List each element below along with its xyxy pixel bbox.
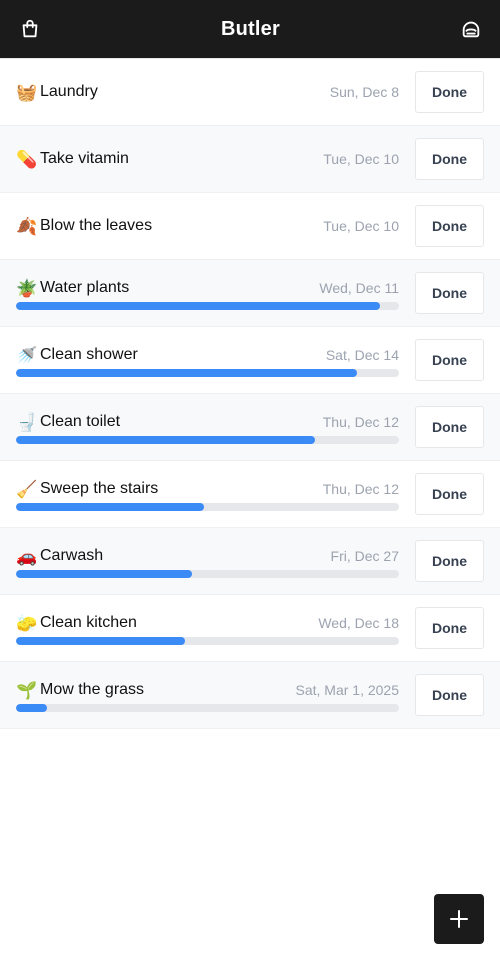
task-row[interactable]: 🌱 Mow the grass Sat, Mar 1, 2025 Done: [0, 662, 500, 729]
task-row[interactable]: 💊 Take vitamin Tue, Dec 10 Done: [0, 126, 500, 193]
task-list: 🧺 Laundry Sun, Dec 8 Done 💊 Take vitamin Tue, …: [0, 58, 500, 729]
task-label: Clean kitchen: [40, 614, 137, 631]
shopping-bag-icon[interactable]: [19, 18, 41, 40]
task-main: 🍂 Blow the leaves Tue, Dec 10: [16, 193, 399, 259]
task-progress-fill: [16, 637, 185, 645]
task-emoji-icon: 🧹: [16, 479, 38, 499]
task-emoji-icon: 🪴: [16, 278, 38, 298]
done-button[interactable]: Done: [415, 71, 484, 113]
task-label: Clean shower: [40, 346, 138, 363]
task-row[interactable]: 🧺 Laundry Sun, Dec 8 Done: [0, 59, 500, 126]
task-label: Carwash: [40, 547, 104, 564]
task-emoji-icon: 🚿: [16, 345, 38, 365]
task-due-date: Wed, Dec 11: [319, 280, 399, 296]
app-title: Butler: [221, 17, 280, 40]
task-due-date: Sun, Dec 8: [329, 84, 399, 100]
task-row[interactable]: 🚿 Clean shower Sat, Dec 14 Done: [0, 327, 500, 394]
task-progress-fill: [16, 570, 193, 578]
task-row[interactable]: 🚽 Clean toilet Thu, Dec 12 Done: [0, 394, 500, 461]
task-row[interactable]: 🚗 Carwash Fri, Dec 27 Done: [0, 528, 500, 595]
task-label: Mow the grass: [40, 681, 145, 698]
task-label: Sweep the stairs: [40, 480, 159, 497]
done-button[interactable]: Done: [415, 205, 484, 247]
task-emoji-icon: 🚗: [16, 546, 38, 566]
task-due-date: Wed, Dec 18: [318, 615, 399, 631]
top-bar: Butler: [0, 0, 500, 58]
task-main: 🌱 Mow the grass Sat, Mar 1, 2025: [16, 662, 399, 728]
task-label: Take vitamin: [40, 150, 129, 167]
task-label: Laundry: [40, 83, 98, 100]
task-progress-bar: [16, 503, 399, 511]
task-main: 🚗 Carwash Fri, Dec 27: [16, 528, 399, 594]
task-emoji-icon: 🌱: [16, 680, 38, 700]
task-due-date: Sat, Dec 14: [325, 347, 399, 363]
task-due-date: Thu, Dec 12: [322, 414, 399, 430]
task-label: Clean toilet: [40, 413, 121, 430]
task-due-date: Fri, Dec 27: [330, 548, 399, 564]
robot-face-icon[interactable]: [460, 18, 482, 40]
task-emoji-icon: 💊: [16, 149, 38, 169]
task-progress-fill: [16, 302, 380, 310]
task-emoji-icon: 🚽: [16, 412, 38, 432]
task-main: 💊 Take vitamin Tue, Dec 10: [16, 126, 399, 192]
app-root: Butler 🧺 Laundry Sun, Dec 8 Done 💊 Take vitam…: [0, 0, 500, 960]
task-main: 🪴 Water plants Wed, Dec 11: [16, 260, 399, 326]
done-button[interactable]: Done: [415, 674, 484, 716]
task-due-date: Tue, Dec 10: [323, 151, 399, 167]
task-emoji-icon: 🧺: [16, 82, 38, 102]
done-button[interactable]: Done: [415, 406, 484, 448]
plus-icon: [450, 910, 468, 928]
task-name: 🧹 Sweep the stairs: [16, 480, 158, 498]
task-progress-bar: [16, 302, 399, 310]
task-name: 💊 Take vitamin: [16, 150, 129, 168]
task-name: 🧽 Clean kitchen: [16, 614, 137, 632]
task-name: 🪴 Water plants: [16, 279, 129, 297]
task-label: Water plants: [40, 279, 130, 296]
task-progress-fill: [16, 436, 315, 444]
task-progress-bar: [16, 637, 399, 645]
task-due-date: Thu, Dec 12: [322, 481, 399, 497]
task-name: 🧺 Laundry: [16, 83, 98, 101]
done-button[interactable]: Done: [415, 339, 484, 381]
task-progress-bar: [16, 570, 399, 578]
task-row[interactable]: 🪴 Water plants Wed, Dec 11 Done: [0, 260, 500, 327]
task-progress-bar: [16, 369, 399, 377]
task-name: 🚽 Clean toilet: [16, 413, 120, 431]
done-button[interactable]: Done: [415, 540, 484, 582]
task-emoji-icon: 🧽: [16, 613, 38, 633]
task-name: 🚿 Clean shower: [16, 346, 138, 364]
task-main: 🚿 Clean shower Sat, Dec 14: [16, 327, 399, 393]
done-button[interactable]: Done: [415, 138, 484, 180]
task-progress-fill: [16, 503, 204, 511]
task-progress-fill: [16, 704, 47, 712]
task-name: 🌱 Mow the grass: [16, 681, 144, 699]
done-button[interactable]: Done: [415, 272, 484, 314]
task-name: 🚗 Carwash: [16, 547, 103, 565]
done-button[interactable]: Done: [415, 473, 484, 515]
task-due-date: Tue, Dec 10: [323, 218, 399, 234]
add-task-button[interactable]: [434, 894, 484, 944]
task-emoji-icon: 🍂: [16, 216, 38, 236]
task-progress-fill: [16, 369, 357, 377]
task-main: 🧹 Sweep the stairs Thu, Dec 12: [16, 461, 399, 527]
task-main: 🧽 Clean kitchen Wed, Dec 18: [16, 595, 399, 661]
task-label: Blow the leaves: [40, 217, 153, 234]
task-progress-bar: [16, 436, 399, 444]
task-due-date: Sat, Mar 1, 2025: [295, 682, 399, 698]
task-main: 🚽 Clean toilet Thu, Dec 12: [16, 394, 399, 460]
task-row[interactable]: 🧽 Clean kitchen Wed, Dec 18 Done: [0, 595, 500, 662]
done-button[interactable]: Done: [415, 607, 484, 649]
task-progress-bar: [16, 704, 399, 712]
task-row[interactable]: 🍂 Blow the leaves Tue, Dec 10 Done: [0, 193, 500, 260]
task-name: 🍂 Blow the leaves: [16, 217, 152, 235]
task-main: 🧺 Laundry Sun, Dec 8: [16, 59, 399, 125]
task-row[interactable]: 🧹 Sweep the stairs Thu, Dec 12 Done: [0, 461, 500, 528]
